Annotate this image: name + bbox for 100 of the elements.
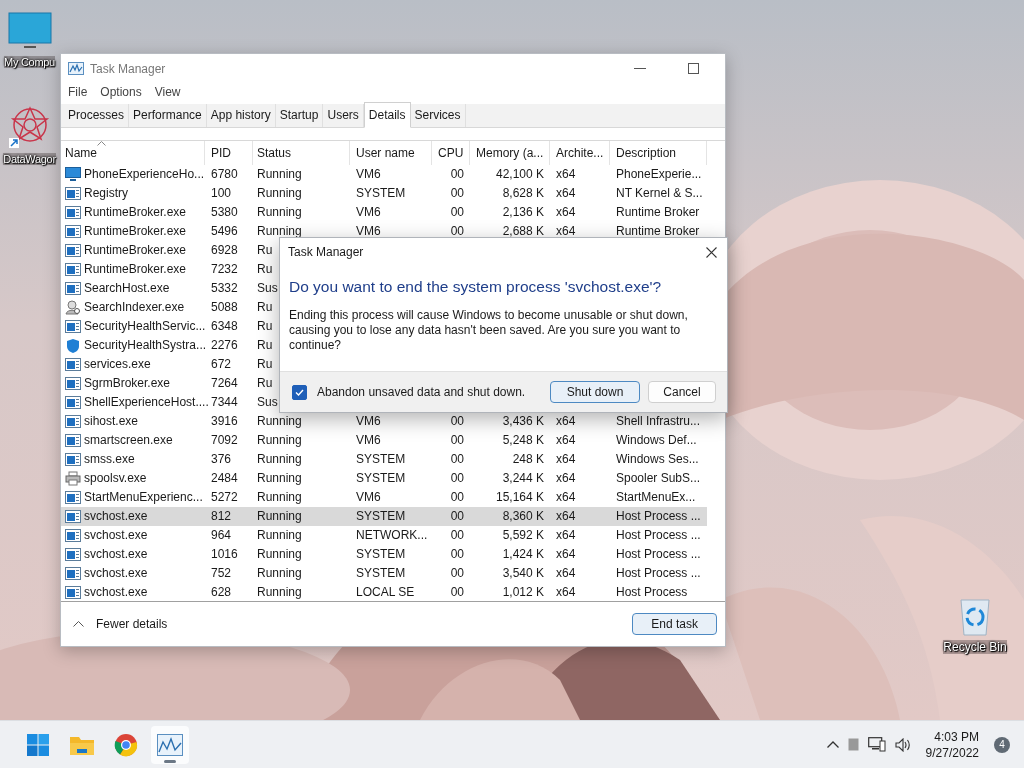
description-cell-text: NT Kernel & S... — [615, 185, 704, 202]
pid-cell-text: 376 — [210, 451, 233, 468]
cpu-cell-text: 00 — [449, 565, 465, 582]
cpu-cell-text: 00 — [449, 527, 465, 544]
pid-cell-text: 5332 — [210, 280, 239, 297]
architecture-cell-text: x64 — [555, 470, 577, 487]
architecture-cell-text: x64 — [555, 451, 577, 468]
status-cell-text: Ru — [257, 375, 273, 392]
cpu-cell-text: 00 — [449, 546, 465, 563]
process-name-cell-text: svchost.exe — [84, 565, 148, 582]
pid-cell-text: 752 — [210, 565, 233, 582]
architecture-cell-text: x64 — [555, 508, 577, 525]
pid-cell-text: 1016 — [210, 546, 239, 563]
memory-cell-text: 5,592 K — [501, 527, 545, 544]
architecture-cell-text: x64 — [555, 565, 577, 582]
cpu-cell-text: 00 — [449, 185, 465, 202]
architecture-cell-text: x64 — [555, 166, 577, 183]
user-cell-text: SYSTEM — [355, 508, 407, 525]
pid-cell-text: 100 — [210, 185, 233, 202]
description-cell-text: Host Process — [615, 584, 689, 601]
window-title: Task Manager — [90, 61, 166, 76]
process-name-cell-text: ShellExperienceHost.... — [84, 394, 209, 411]
status-cell-text: Running — [257, 432, 302, 449]
pid-cell-text: 5496 — [210, 223, 239, 240]
process-name-cell-text: RuntimeBroker.exe — [84, 242, 187, 259]
process-name-cell-text: SearchIndexer.exe — [84, 299, 185, 316]
pid-cell-text: 5272 — [210, 489, 239, 506]
user-cell-text: VM6 — [355, 223, 382, 240]
description-cell-text: PhoneExperie... — [615, 166, 703, 183]
status-cell-text: Running — [257, 489, 302, 506]
cpu-cell-text: 00 — [449, 413, 465, 430]
description-cell-text: StartMenuEx... — [615, 489, 697, 506]
description-cell-text: Host Process ... — [615, 527, 702, 544]
cpu-cell-text: 00 — [449, 508, 465, 525]
user-cell-text: VM6 — [355, 432, 382, 449]
status-cell-text: Running — [257, 166, 302, 183]
process-name-cell-text: svchost.exe — [84, 508, 148, 525]
status-cell-text: Running — [257, 546, 302, 563]
description-cell-text: Shell Infrastru... — [615, 413, 702, 430]
user-cell-text: VM6 — [355, 166, 382, 183]
memory-cell-text: 248 K — [511, 451, 545, 468]
status-cell-text: Ru — [257, 337, 273, 354]
process-name-cell-text: RuntimeBroker.exe — [84, 223, 187, 240]
cpu-cell-text: 00 — [449, 223, 465, 240]
status-cell-text: Ru — [257, 242, 273, 259]
user-cell-text: SYSTEM — [355, 546, 407, 563]
user-cell-text: NETWORK... — [355, 527, 429, 544]
status-cell-text: Running — [257, 204, 302, 221]
status-cell-text: Running — [257, 451, 302, 468]
pid-cell-text: 6928 — [210, 242, 239, 259]
process-name-cell-text: sihost.exe — [84, 413, 139, 430]
description-cell-text: Host Process ... — [615, 565, 702, 582]
status-cell-text: Sus — [257, 394, 278, 411]
pid-cell-text: 6780 — [210, 166, 239, 183]
status-cell-text: Running — [257, 508, 302, 525]
process-name-cell-text: spoolsv.exe — [84, 470, 147, 487]
memory-cell-text: 8,628 K — [501, 185, 545, 202]
status-cell-text: Running — [257, 527, 302, 544]
description-cell-text: Spooler SubS... — [615, 470, 702, 487]
cpu-cell-text: 00 — [449, 470, 465, 487]
memory-cell-text: 2,688 K — [501, 223, 545, 240]
status-cell-text: Running — [257, 185, 302, 202]
process-name-cell-text: services.exe — [84, 356, 151, 373]
memory-cell-text: 15,164 K — [494, 489, 545, 506]
pid-cell-text: 7092 — [210, 432, 239, 449]
user-cell-text: VM6 — [355, 204, 382, 221]
architecture-cell-text: x64 — [555, 489, 577, 506]
architecture-cell-text: x64 — [555, 584, 577, 601]
pid-cell-text: 628 — [210, 584, 233, 601]
cpu-cell-text: 00 — [449, 204, 465, 221]
description-cell-text: Runtime Broker — [615, 223, 701, 240]
process-name-cell-text: PhoneExperienceHo... — [84, 166, 205, 183]
process-name-cell-text: svchost.exe — [84, 584, 148, 601]
memory-cell-text: 5,248 K — [501, 432, 545, 449]
cpu-cell-text: 00 — [449, 584, 465, 601]
dialog-title: Task Manager — [288, 245, 364, 259]
dialog-message: Ending this process will cause Windows to become unusable or shut down, causing you to lose any data hasn't been saved. Are you sure you want to continue? — [288, 307, 689, 353]
dialog-heading: Do you want to end the system process 'svchost.exe'? — [288, 277, 663, 296]
user-cell-text: VM6 — [355, 489, 382, 506]
process-name-cell-text: smartscreen.exe — [84, 432, 173, 449]
description-cell-text: Windows Ses... — [615, 451, 700, 468]
memory-cell-text: 3,436 K — [501, 413, 545, 430]
architecture-cell-text: x64 — [555, 185, 577, 202]
status-cell-text: Running — [257, 470, 302, 487]
status-cell-text: Ru — [257, 299, 273, 316]
memory-cell-text: 1,424 K — [501, 546, 545, 563]
memory-cell-text: 1,012 K — [501, 584, 545, 601]
pid-cell-text: 964 — [210, 527, 233, 544]
process-name-cell-text: SecurityHealthServic... — [84, 318, 206, 335]
user-cell-text: VM6 — [355, 413, 382, 430]
process-name-cell-text: smss.exe — [84, 451, 135, 468]
memory-cell-text: 3,244 K — [501, 470, 545, 487]
architecture-cell-text: x64 — [555, 413, 577, 430]
process-name-cell-text: svchost.exe — [84, 546, 148, 563]
memory-cell-text: 2,136 K — [501, 204, 545, 221]
pid-cell-text: 7232 — [210, 261, 239, 278]
description-cell-text: Runtime Broker — [615, 204, 701, 221]
pid-cell-text: 672 — [210, 356, 233, 373]
cpu-cell-text: 00 — [449, 489, 465, 506]
description-cell-text: Windows Def... — [615, 432, 698, 449]
